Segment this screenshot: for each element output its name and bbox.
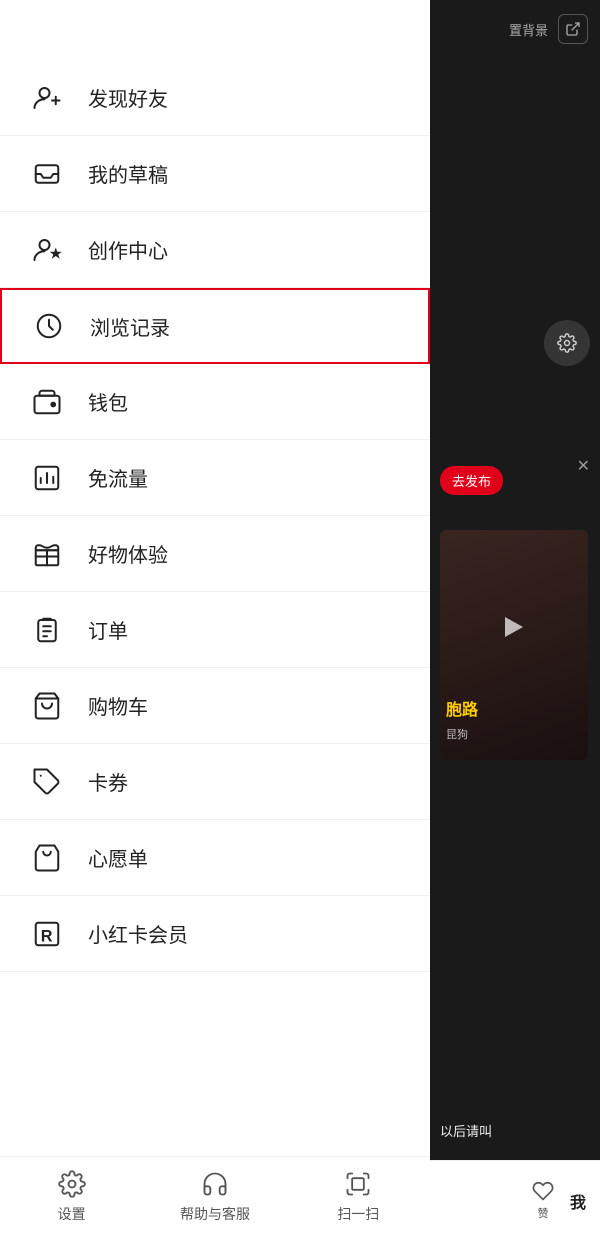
menu-item-find-friends[interactable]: 发现好友 [0, 60, 430, 136]
bottom-caption: 以后请叫 [440, 1121, 492, 1140]
menu-item-wallet[interactable]: 钱包 [0, 364, 430, 440]
menu-item-browse-history[interactable]: 浏览记录 [0, 288, 430, 364]
person-add-icon [28, 79, 66, 117]
like-label: 赞 [537, 1205, 548, 1221]
background-label: 置背景 [509, 20, 548, 39]
drafts-label: 我的草稿 [88, 159, 168, 188]
me-tab-label[interactable]: 我 [570, 1189, 586, 1213]
scan-label: 扫一扫 [337, 1204, 379, 1224]
scan-icon [343, 1169, 373, 1199]
gear-icon [57, 1169, 87, 1199]
scan-nav-item[interactable]: 扫一扫 [287, 1157, 430, 1240]
orders-label: 订单 [88, 615, 128, 644]
bag-icon [28, 839, 66, 877]
membership-label: 小红卡会员 [88, 919, 188, 948]
good-things-label: 好物体验 [88, 539, 168, 568]
menu-item-free-data[interactable]: 免流量 [0, 440, 430, 516]
settings-circle-btn[interactable] [544, 320, 590, 366]
menu-item-good-things[interactable]: 好物体验 [0, 516, 430, 592]
menu-top-spacer [0, 0, 430, 60]
menu-item-wishlist[interactable]: 心愿单 [0, 820, 430, 896]
clipboard-icon [28, 611, 66, 649]
inbox-icon [28, 155, 66, 193]
menu-item-creator-center[interactable]: 创作中心 [0, 212, 430, 288]
menu-item-coupons[interactable]: 卡券 [0, 744, 430, 820]
coupons-label: 卡券 [88, 767, 128, 796]
wishlist-label: 心愿单 [88, 843, 148, 872]
menu-item-drafts[interactable]: 我的草稿 [0, 136, 430, 212]
menu-item-orders[interactable]: 订单 [0, 592, 430, 668]
video-title-area: 胞路 [446, 696, 582, 720]
help-label: 帮助与客服 [180, 1204, 250, 1224]
free-data-label: 免流量 [88, 463, 148, 492]
creator-center-label: 创作中心 [88, 235, 168, 264]
video-title: 胞路 [446, 696, 582, 720]
help-nav-item[interactable]: 帮助与客服 [143, 1157, 286, 1240]
right-app-panel: 置背景 ✕ 去发布 胞路 昆狗 以后请叫 [430, 0, 600, 1240]
menu-item-membership[interactable]: R 小红卡会员 [0, 896, 430, 972]
share-icon [558, 14, 588, 44]
tag-icon [28, 763, 66, 801]
find-friends-label: 发现好友 [88, 83, 168, 112]
menu-panel: 发现好友 我的草稿 创作中心 浏览记录 [0, 0, 430, 1240]
cart-icon [28, 687, 66, 725]
headphones-icon [200, 1169, 230, 1199]
close-icon[interactable]: ✕ [577, 456, 590, 476]
wallet-icon [28, 383, 66, 421]
right-bottom-tab-bar: 赞 我 [430, 1160, 600, 1240]
svg-text:R: R [41, 927, 53, 945]
cart-label: 购物车 [88, 691, 148, 720]
settings-nav-item[interactable]: 设置 [0, 1157, 143, 1240]
settings-label: 设置 [58, 1204, 86, 1224]
play-icon [505, 617, 523, 637]
wallet-label: 钱包 [88, 387, 128, 416]
registered-icon: R [28, 915, 66, 953]
clock-icon [30, 307, 68, 345]
video-sub: 昆狗 [446, 726, 468, 742]
like-area: 赞 [532, 1180, 554, 1221]
right-top-bar: 置背景 [430, 0, 600, 58]
video-thumbnail[interactable]: 胞路 昆狗 [440, 530, 588, 760]
publish-button[interactable]: 去发布 [440, 466, 503, 495]
browse-history-label: 浏览记录 [90, 312, 170, 341]
right-action-buttons [544, 320, 590, 366]
gift-icon [28, 535, 66, 573]
menu-item-cart[interactable]: 购物车 [0, 668, 430, 744]
person-star-icon [28, 231, 66, 269]
bar-chart-icon [28, 459, 66, 497]
bottom-nav: 设置 帮助与客服 扫一扫 [0, 1156, 430, 1240]
